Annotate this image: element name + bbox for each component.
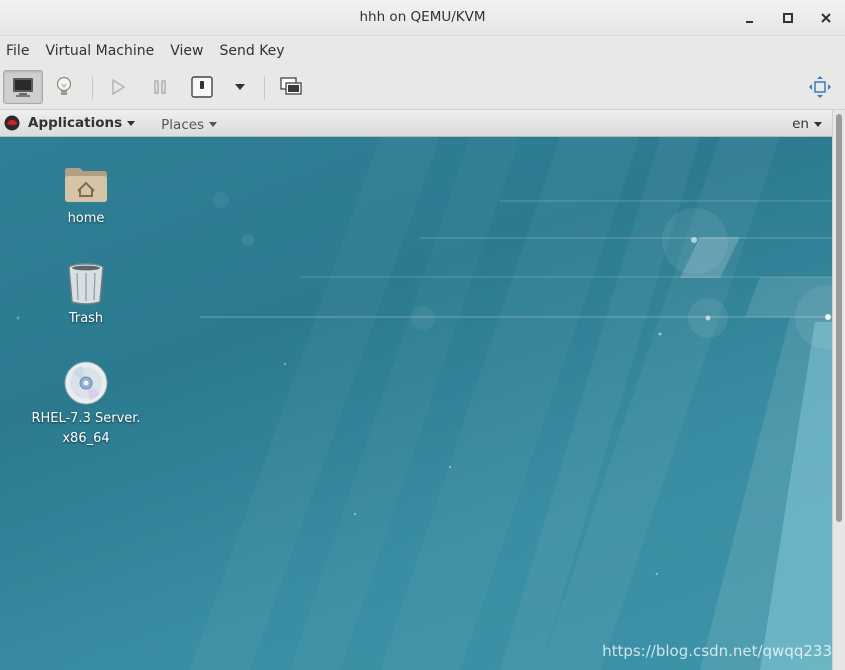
console-icon[interactable] [3,70,43,104]
places-label: Places [161,116,205,133]
desktop-icon-home[interactable]: home [21,159,151,229]
menu-virtual-machine[interactable]: Virtual Machine [45,43,154,59]
desktop-icon-rhel-disc[interactable]: RHEL-7.3 Server. x86_64 [21,359,151,449]
run-icon[interactable] [98,70,138,104]
toolbar-separator [264,76,265,100]
guest-display[interactable]: Applications Places en home Trash RHEL-7… [0,110,832,670]
scrollbar-thumb[interactable] [836,114,842,522]
home-folder-icon [62,159,110,207]
fullscreen-icon[interactable] [800,70,840,104]
chevron-down-icon [127,120,136,126]
desktop-icon-label-line2: x86_64 [62,431,110,446]
disc-icon [62,359,110,407]
dropdown-arrow-icon[interactable] [220,70,260,104]
shutdown-icon[interactable] [182,70,222,104]
language-label: en [792,116,809,132]
applications-menu[interactable]: Applications [4,115,136,131]
desktop-icon-label: RHEL-7.3 Server. x86_64 [21,409,151,449]
language-indicator[interactable]: en [792,116,822,132]
window-title: hhh on QEMU/KVM [359,9,486,25]
desktop-icon-label: home [67,211,105,226]
menu-send-key[interactable]: Send Key [219,43,284,59]
maximize-icon[interactable] [777,7,799,29]
gnome-top-bar: Applications Places en [0,110,832,137]
desktop-background[interactable]: home Trash RHEL-7.3 Server. x86_64 https… [0,137,832,670]
menu-file[interactable]: File [6,43,29,59]
desktop-icon-trash[interactable]: Trash [21,259,151,329]
toolbar [0,66,845,110]
close-icon[interactable] [815,7,837,29]
minimize-icon[interactable] [739,7,761,29]
details-lightbulb-icon[interactable] [44,70,84,104]
chevron-down-icon [814,121,822,127]
toolbar-separator [92,76,93,100]
vertical-scrollbar[interactable] [832,110,845,670]
trash-icon [62,259,110,307]
applications-label: Applications [28,115,123,131]
snapshots-icon[interactable] [271,70,311,104]
menu-view[interactable]: View [170,43,203,59]
redhat-logo-icon [4,115,20,131]
watermark-text: https://blog.csdn.net/qwqq233 [602,642,832,660]
chevron-down-icon [209,121,218,127]
places-menu[interactable]: Places [135,114,218,133]
desktop-icon-label-line1: RHEL-7.3 Server. [31,411,141,426]
menubar: File Virtual Machine View Send Key [0,36,845,66]
window-titlebar: hhh on QEMU/KVM [0,0,845,36]
pause-icon[interactable] [140,70,180,104]
desktop-icon-label: Trash [68,311,104,326]
